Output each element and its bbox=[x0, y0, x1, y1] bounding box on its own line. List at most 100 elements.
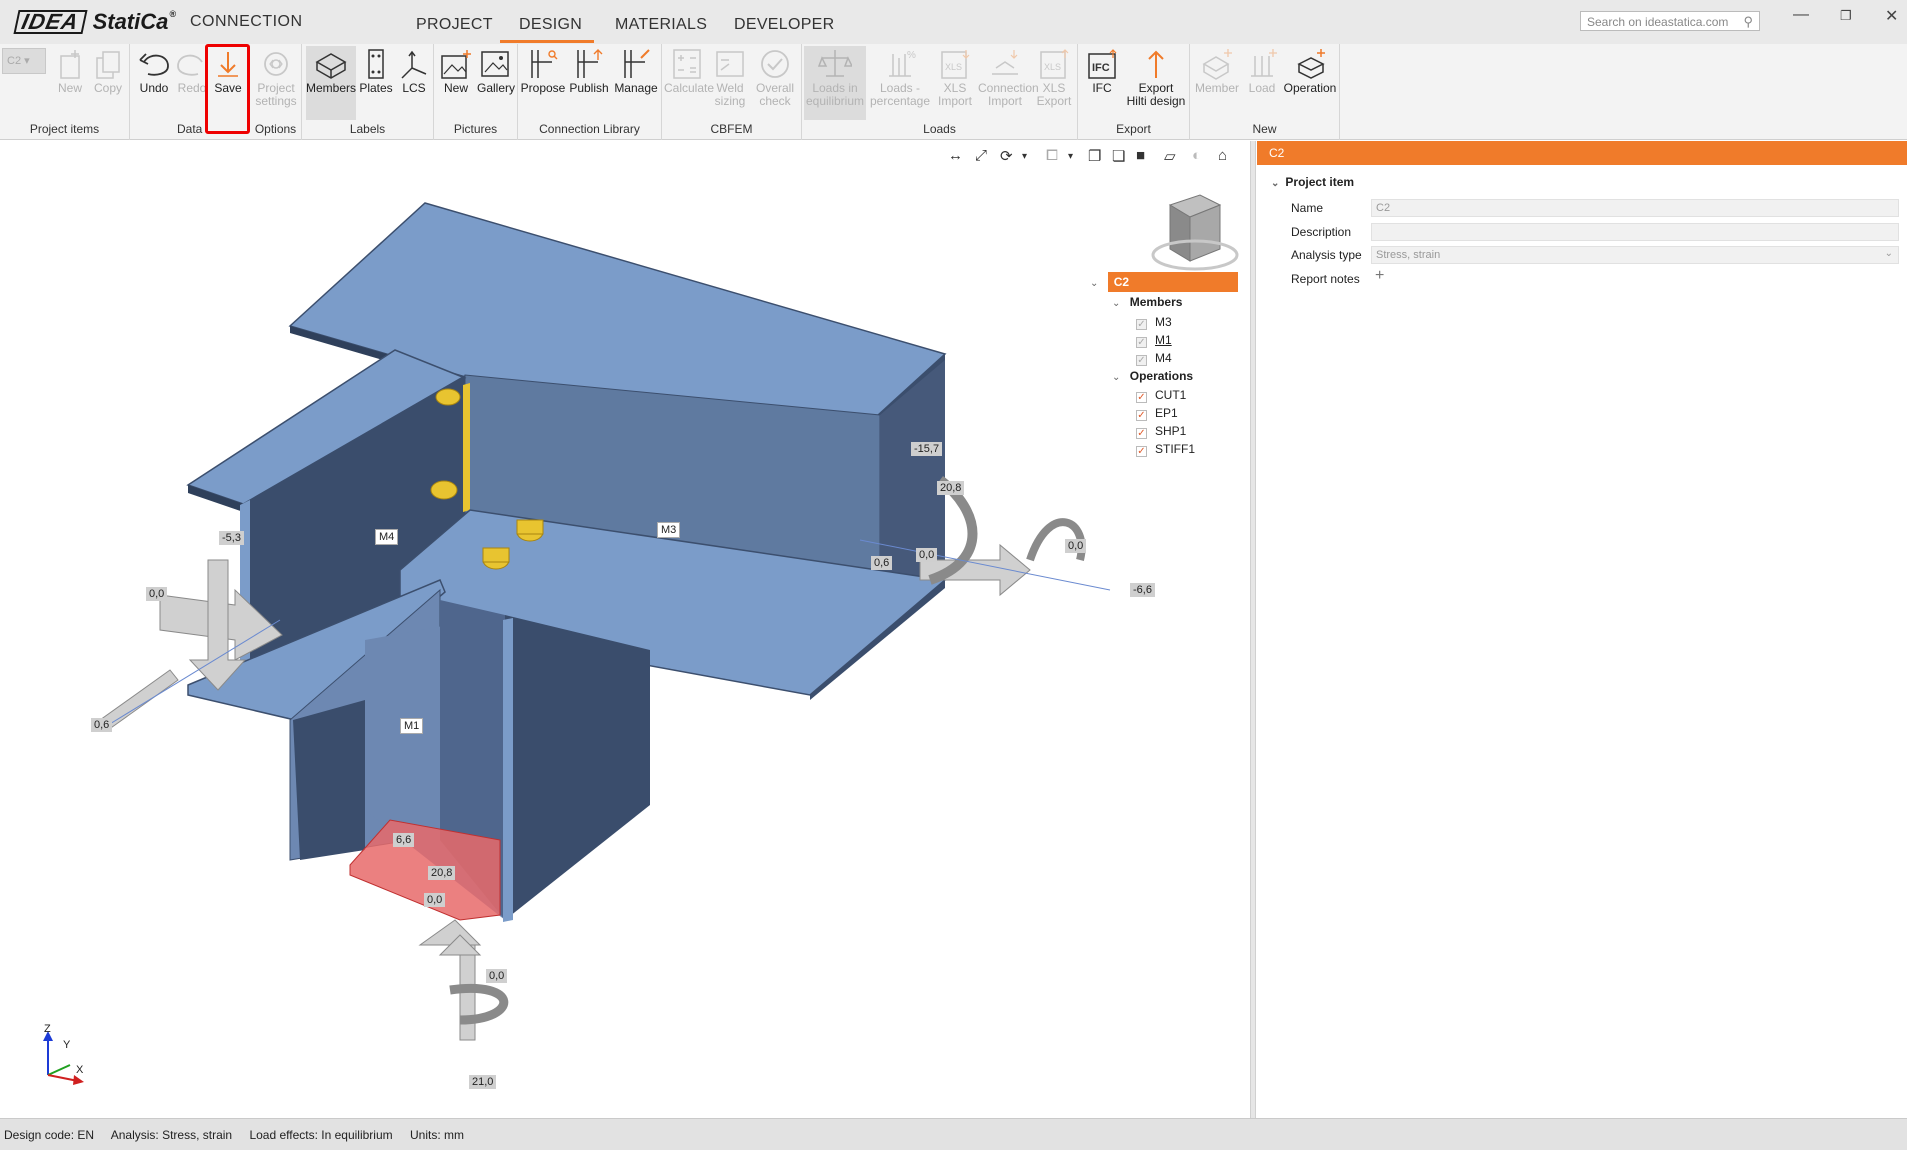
solid-icon[interactable]: ■ bbox=[1136, 147, 1145, 164]
loads-percentage-icon: % bbox=[889, 50, 916, 77]
tab-materials[interactable]: MATERIALS bbox=[615, 16, 707, 34]
loads-percentage-button[interactable]: % Loads - percentage bbox=[868, 46, 932, 112]
tree-operation-stiff1[interactable]: ✓ STIFF1 bbox=[1136, 439, 1195, 459]
connection-model[interactable] bbox=[0, 141, 1250, 1118]
add-note-icon[interactable]: + bbox=[1375, 267, 1384, 285]
tree-root-row[interactable]: ⌄ C2 bbox=[1090, 272, 1238, 292]
connection-import-icon bbox=[992, 50, 1018, 75]
checkbox[interactable]: ✓ bbox=[1136, 410, 1147, 421]
load-value: 0,0 bbox=[1065, 539, 1087, 553]
status-load-effects: Load effects: In equilibrium bbox=[249, 1128, 393, 1142]
section-icon[interactable]: ◐ bbox=[1192, 147, 1201, 164]
description-field[interactable] bbox=[1371, 223, 1899, 241]
load-value: 21,0 bbox=[469, 1075, 497, 1089]
member-label-m3[interactable]: M3 bbox=[657, 522, 681, 538]
new-operation-button[interactable]: Operation bbox=[1282, 46, 1338, 112]
gallery-button[interactable]: Gallery bbox=[476, 46, 516, 112]
propose-button[interactable]: Propose bbox=[520, 46, 566, 112]
section-project-item[interactable]: ⌄ Project item bbox=[1271, 175, 1354, 189]
manage-button[interactable]: Manage bbox=[612, 46, 660, 112]
connection-import-button[interactable]: Connection Import bbox=[978, 46, 1039, 112]
checkbox[interactable]: ✓ bbox=[1136, 337, 1147, 348]
copy-item-button[interactable]: Copy bbox=[86, 46, 130, 112]
export-hilti-button[interactable]: Export Hilti design bbox=[1124, 46, 1188, 112]
3d-viewport[interactable]: ↔ ⤢ ⟳ ▾ ⧠ ▾ ❐ ❏ ■ ▱ ◐ ⌂ M4 M3 M1 -5,3 0,… bbox=[0, 141, 1250, 1118]
panel-splitter[interactable] bbox=[1250, 141, 1256, 1118]
xls-import-button[interactable]: XLS XLS Import bbox=[932, 46, 978, 112]
project-settings-button[interactable]: Project settings bbox=[254, 46, 298, 112]
chevron-down-icon[interactable]: ⌄ bbox=[1090, 278, 1098, 289]
group-new: Member Load Operation New bbox=[1190, 44, 1340, 140]
publish-button[interactable]: Publish bbox=[566, 46, 612, 112]
group-pictures: New Gallery Pictures bbox=[434, 44, 518, 140]
plates-labels-button[interactable]: Plates bbox=[356, 46, 396, 112]
tab-project[interactable]: PROJECT bbox=[416, 16, 493, 34]
minimize-icon[interactable]: — bbox=[1793, 6, 1809, 24]
xls-import-icon: XLS bbox=[941, 50, 970, 79]
tree-members-group[interactable]: ⌄ Members bbox=[1112, 292, 1182, 312]
checkbox[interactable]: ✓ bbox=[1136, 392, 1147, 403]
tree-operation-shp1[interactable]: ✓ SHP1 bbox=[1136, 421, 1186, 441]
logo-idea: IDEA bbox=[13, 9, 88, 34]
crop-icon[interactable]: ⧠ bbox=[1046, 147, 1058, 164]
group-project-items: C2 ▾ New Copy Project items bbox=[0, 44, 130, 140]
analysis-type-select[interactable]: Stress, strain ⌄ bbox=[1371, 246, 1899, 264]
tab-design[interactable]: DESIGN bbox=[519, 16, 582, 34]
member-label-m4[interactable]: M4 bbox=[375, 529, 399, 545]
group-label-new: New bbox=[1252, 122, 1277, 136]
chevron-down-icon[interactable]: ⌄ bbox=[1112, 372, 1120, 383]
fit-width-icon[interactable]: ↔ bbox=[948, 147, 963, 164]
project-item-select[interactable]: C2 ▾ bbox=[2, 48, 46, 74]
tree-operation-cut1[interactable]: ✓ CUT1 bbox=[1136, 385, 1186, 405]
weld-sizing-button[interactable]: Weld sizing bbox=[710, 46, 750, 112]
tree-operation-ep1[interactable]: ✓ EP1 bbox=[1136, 403, 1178, 423]
tab-developer[interactable]: DEVELOPER bbox=[734, 16, 835, 34]
rotate-dropdown-icon[interactable]: ▾ bbox=[1022, 151, 1027, 162]
members-labels-button[interactable]: Members bbox=[306, 46, 356, 120]
zoom-extents-icon[interactable]: ⤢ bbox=[975, 147, 987, 164]
load-value: 0,0 bbox=[146, 587, 168, 601]
rotate-icon[interactable]: ⟳ bbox=[1000, 147, 1013, 165]
axis-label-y: Y bbox=[63, 1039, 71, 1051]
checkbox[interactable]: ✓ bbox=[1136, 355, 1147, 366]
restore-icon[interactable]: ❐ bbox=[1840, 8, 1852, 24]
calculate-button[interactable]: Calculate bbox=[664, 46, 714, 112]
search-input[interactable]: Search on ideastatica.com ⚲ bbox=[1580, 11, 1760, 31]
plane-icon[interactable]: ▱ bbox=[1164, 147, 1176, 165]
tree-root-c2[interactable]: C2 bbox=[1107, 272, 1238, 292]
loads-in-equilibrium-button[interactable]: Loads in equilibrium bbox=[804, 46, 866, 120]
calculate-icon bbox=[673, 49, 701, 79]
xls-export-icon: XLS bbox=[1040, 49, 1069, 79]
logo-statica: StatiCa® bbox=[92, 9, 176, 34]
product-name: CONNECTION bbox=[190, 13, 303, 30]
tree-operations-group[interactable]: ⌄ Operations bbox=[1112, 366, 1193, 386]
chevron-down-icon[interactable]: ⌄ bbox=[1112, 298, 1120, 309]
group-label-cbfem: CBFEM bbox=[710, 122, 753, 136]
crop-dropdown-icon[interactable]: ▾ bbox=[1068, 151, 1073, 162]
chevron-down-icon[interactable]: ⌄ bbox=[1271, 178, 1279, 189]
group-label-labels: Labels bbox=[349, 122, 386, 136]
chevron-down-icon[interactable]: ⌄ bbox=[1885, 248, 1893, 259]
tree-member-m4[interactable]: ✓ M4 bbox=[1136, 348, 1172, 368]
search-icon[interactable]: ⚲ bbox=[1743, 14, 1753, 30]
xls-export-button[interactable]: XLS XLS Export bbox=[1032, 46, 1076, 112]
ifc-export-button[interactable]: IFC IFC bbox=[1080, 46, 1124, 112]
member-label-m1[interactable]: M1 bbox=[400, 718, 424, 734]
new-picture-button[interactable]: New bbox=[436, 46, 476, 112]
tree-member-m3[interactable]: ✓ M3 bbox=[1136, 312, 1172, 332]
overall-check-button[interactable]: Overall check bbox=[752, 46, 798, 112]
close-icon[interactable]: ✕ bbox=[1885, 6, 1898, 26]
checkbox[interactable]: ✓ bbox=[1136, 319, 1147, 330]
axis-label-z: Z bbox=[44, 1023, 51, 1035]
checkbox[interactable]: ✓ bbox=[1136, 428, 1147, 439]
group-label-project-items: Project items bbox=[29, 122, 100, 136]
name-field[interactable]: C2 bbox=[1371, 199, 1899, 217]
tree-member-m1[interactable]: ✓ M1 bbox=[1136, 330, 1172, 350]
new-load-button[interactable]: Load bbox=[1242, 46, 1282, 112]
wireframe-icon[interactable]: ❐ bbox=[1088, 147, 1101, 165]
new-member-button[interactable]: Member bbox=[1192, 46, 1242, 112]
home-view-icon[interactable]: ⌂ bbox=[1218, 147, 1227, 164]
shaded-icon[interactable]: ❏ bbox=[1112, 147, 1125, 165]
checkbox[interactable]: ✓ bbox=[1136, 446, 1147, 457]
lcs-labels-button[interactable]: LCS bbox=[394, 46, 434, 112]
